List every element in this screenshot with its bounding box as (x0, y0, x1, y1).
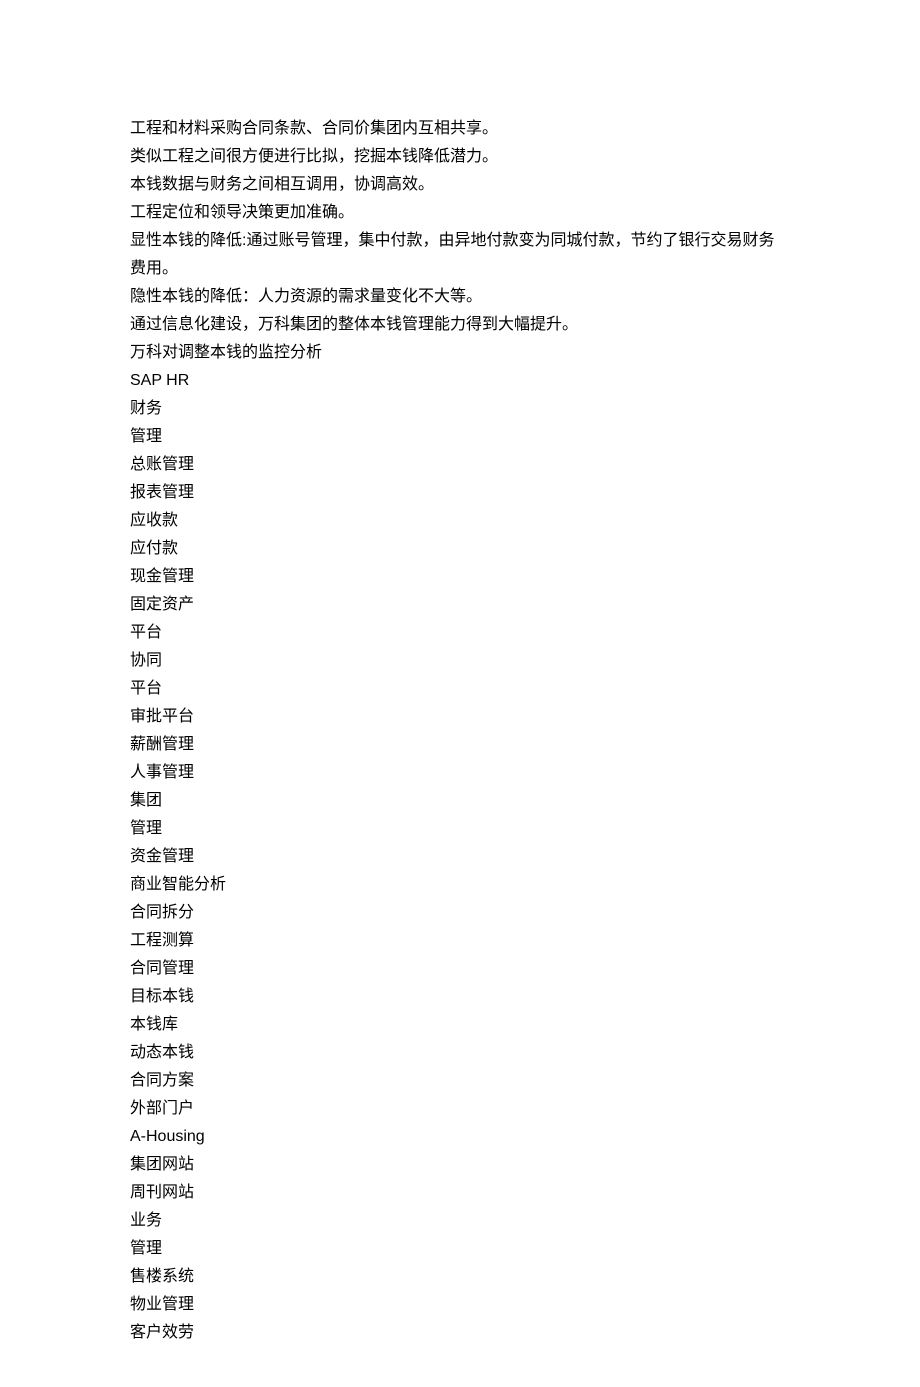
text-line: 外部门户 (130, 1095, 790, 1123)
text-line: 审批平台 (130, 703, 790, 731)
text-line: A-Housing (130, 1123, 790, 1151)
text-line: 应收款 (130, 507, 790, 535)
text-line: 周刊网站 (130, 1179, 790, 1207)
text-line: 协同 (130, 647, 790, 675)
text-line: 应付款 (130, 535, 790, 563)
text-line: 总账管理 (130, 451, 790, 479)
text-line: 管理 (130, 1235, 790, 1263)
text-line: 薪酬管理 (130, 731, 790, 759)
text-line: 合同管理 (130, 955, 790, 983)
text-line: 现金管理 (130, 563, 790, 591)
document-content: 工程和材料采购合同条款、合同价集团内互相共享。 类似工程之间很方便进行比拟，挖掘… (130, 115, 790, 1347)
text-line: 合同方案 (130, 1067, 790, 1095)
text-line: 业务 (130, 1207, 790, 1235)
text-line: 管理 (130, 815, 790, 843)
text-line: 物业管理 (130, 1291, 790, 1319)
text-line: 集团网站 (130, 1151, 790, 1179)
text-line: 财务 (130, 395, 790, 423)
text-line: 报表管理 (130, 479, 790, 507)
text-line: 人事管理 (130, 759, 790, 787)
text-line: 平台 (130, 675, 790, 703)
text-line: 客户效劳 (130, 1319, 790, 1347)
text-line: 售楼系统 (130, 1263, 790, 1291)
text-line: 目标本钱 (130, 983, 790, 1011)
text-line: 隐性本钱的降低：人力资源的需求量变化不大等。 (130, 283, 790, 311)
text-line: 类似工程之间很方便进行比拟，挖掘本钱降低潜力。 (130, 143, 790, 171)
text-line: 本钱数据与财务之间相互调用，协调高效。 (130, 171, 790, 199)
text-line: 合同拆分 (130, 899, 790, 927)
text-line: 工程定位和领导决策更加准确。 (130, 199, 790, 227)
text-line: 动态本钱 (130, 1039, 790, 1067)
text-line: 固定资产 (130, 591, 790, 619)
text-line: SAP HR (130, 367, 790, 395)
text-line: 资金管理 (130, 843, 790, 871)
text-line: 管理 (130, 423, 790, 451)
text-line: 工程测算 (130, 927, 790, 955)
text-line: 本钱库 (130, 1011, 790, 1039)
text-line: 商业智能分析 (130, 871, 790, 899)
text-line: 通过信息化建设，万科集团的整体本钱管理能力得到大幅提升。 (130, 311, 790, 339)
text-line: 工程和材料采购合同条款、合同价集团内互相共享。 (130, 115, 790, 143)
text-line: 平台 (130, 619, 790, 647)
text-line: 集团 (130, 787, 790, 815)
text-line: 显性本钱的降低:通过账号管理，集中付款，由异地付款变为同城付款，节约了银行交易财… (130, 227, 790, 283)
text-line: 万科对调整本钱的监控分析 (130, 339, 790, 367)
